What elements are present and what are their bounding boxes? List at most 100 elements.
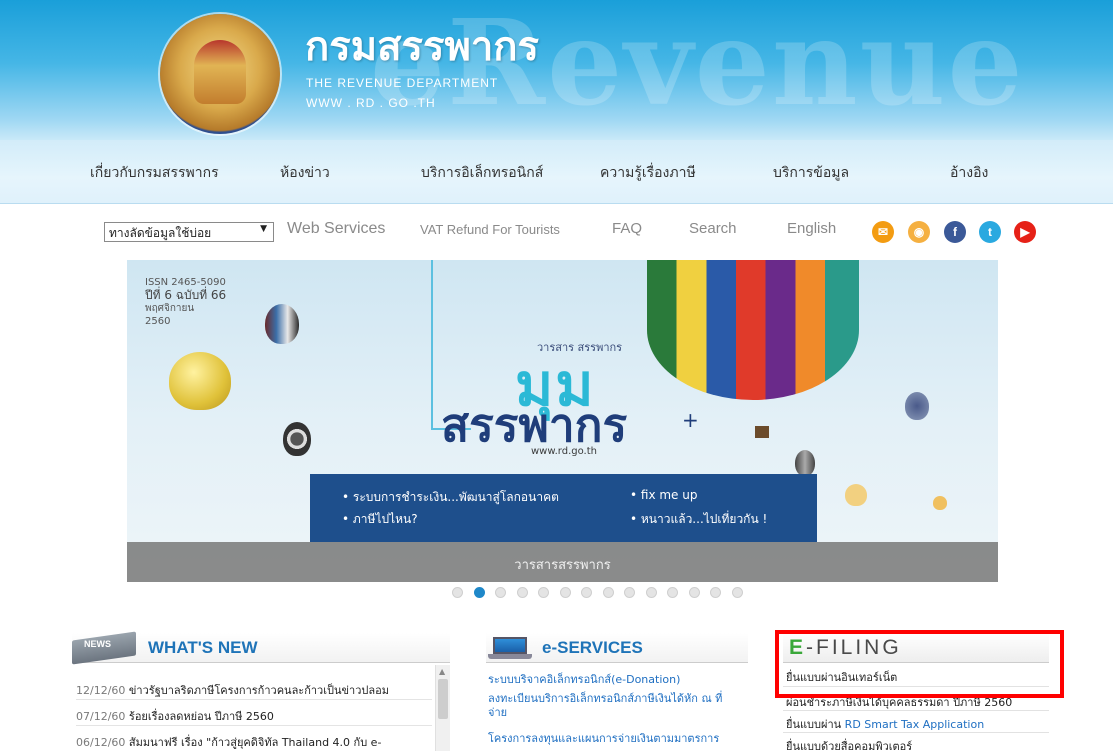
slider-dot[interactable] xyxy=(452,587,463,598)
topic-item: • ภาษีไปไหน? xyxy=(342,512,418,526)
e-services-link[interactable]: โครงการลงทุนและแผนการจ่ายเงินตามมาตรการ xyxy=(488,729,719,747)
web-services-link[interactable]: Web Services xyxy=(287,220,385,238)
e-services-title: e-SERVICES xyxy=(542,638,643,657)
issn-block: ISSN 2465-5090 ปีที่ 6 ฉบับที่ 66 พฤศจิก… xyxy=(145,276,226,328)
brand-title-thai[interactable]: กรมสรรพากร xyxy=(305,14,539,78)
topic-item: • หนาวแล้ว...ไปเที่ยวกัน ! xyxy=(630,512,768,526)
slider-dot[interactable] xyxy=(559,587,571,598)
rainbow-balloon-basket xyxy=(755,426,769,438)
email-icon[interactable]: ✉ xyxy=(872,221,894,243)
twitter-icon[interactable]: t xyxy=(979,221,1001,243)
topic-item: • fix me up xyxy=(630,488,698,502)
nav-item-tax-knowledge[interactable]: ความรู้เรื่องภาษี xyxy=(600,162,696,184)
news-divider xyxy=(76,725,432,726)
slider-dot[interactable] xyxy=(581,587,592,598)
yellow-balloon-image xyxy=(169,352,231,410)
news-text: สัมมนาฟรี เรื่อง "ก้าวสู่ยุคดิจิทัล Thai… xyxy=(128,736,382,749)
slider-dot[interactable] xyxy=(602,587,614,598)
chevron-down-icon: ▼ xyxy=(260,224,267,234)
vat-refund-link[interactable]: VAT Refund For Tourists xyxy=(420,222,560,237)
slider-dot[interactable] xyxy=(516,587,528,598)
news-badge-text: NEWS xyxy=(84,639,111,649)
magazine-title-sanpakorn: สรรพากร xyxy=(441,398,628,452)
seal-emblem xyxy=(194,40,246,104)
news-date: 06/12/60 xyxy=(76,736,126,749)
slider-dot[interactable] xyxy=(645,587,657,598)
e-services-header: e-SERVICES xyxy=(486,633,748,663)
striped-balloon-image xyxy=(265,304,299,344)
slider-dot[interactable] xyxy=(688,587,700,598)
frame-line-left xyxy=(431,260,433,430)
tiny-balloon-image xyxy=(933,496,947,510)
small-grey-balloon-image xyxy=(795,450,815,476)
e-filing-divider xyxy=(783,710,1049,711)
scroll-up-arrow-icon[interactable]: ▲ xyxy=(439,667,445,676)
news-item[interactable]: 12/12/60 ข่าวรัฐบาลริดภาษีโครงการก้าวคนล… xyxy=(76,681,389,699)
rainbow-balloon-image xyxy=(647,260,859,400)
english-link[interactable]: English xyxy=(787,220,836,237)
slider-dot[interactable] xyxy=(495,587,506,598)
checkered-balloon-image xyxy=(283,422,311,456)
news-item[interactable]: 07/12/60 ร้อยเรื่องลดหย่อน ปีภาษี 2560 xyxy=(76,707,274,725)
sub-nav: ทางลัดข้อมูลใช้บ่อย ▼ Web Services VAT R… xyxy=(0,208,1113,254)
laptop-icon xyxy=(488,637,532,659)
small-yellow-balloon-image xyxy=(845,484,867,506)
e-services-link[interactable]: ลงทะเบียนบริการอิเล็กทรอนิกส์ภาษีเงินได้… xyxy=(488,689,722,707)
faq-link[interactable]: FAQ xyxy=(612,220,642,237)
issue-text: ปีที่ 6 ฉบับที่ 66 xyxy=(145,288,227,302)
month-text: พฤศจิกายน xyxy=(145,303,195,314)
topic-item: • ระบบการชำระเงิน...พัฒนาสู่โลกอนาคต xyxy=(342,490,559,504)
slider-dot[interactable] xyxy=(538,587,549,598)
whats-new-list: 12/12/60 ข่าวรัฐบาลริดภาษีโครงการก้าวคนล… xyxy=(72,665,434,751)
laptop-screen xyxy=(493,637,527,654)
rss-icon[interactable]: ◉ xyxy=(908,221,930,243)
nav-item-about[interactable]: เกี่ยวกับกรมสรรพากร xyxy=(90,162,219,184)
page-root: eRevenue กรมสรรพากร THE REVENUE DEPARTME… xyxy=(0,0,1113,751)
quick-links-dropdown-value: ทางลัดข้อมูลใช้บ่อย xyxy=(109,226,212,240)
news-item[interactable]: 06/12/60 สัมมนาฟรี เรื่อง "ก้าวสู่ยุคดิจ… xyxy=(76,733,381,751)
laptop-base xyxy=(488,654,532,659)
brand-url: WWW . RD . GO .TH xyxy=(306,96,436,110)
nav-item-reference[interactable]: อ้างอิง xyxy=(950,162,988,184)
slider-dot[interactable] xyxy=(731,587,743,598)
e-filing-app-name: RD Smart Tax Application xyxy=(844,718,985,731)
banner-caption[interactable]: วารสารสรรพากร xyxy=(127,554,998,575)
e-services-link[interactable]: จ่าย xyxy=(488,703,507,721)
slider-dot[interactable] xyxy=(710,587,721,598)
quick-links-dropdown[interactable]: ทางลัดข้อมูลใช้บ่อย ▼ xyxy=(104,222,274,242)
youtube-icon[interactable]: ▶ xyxy=(1014,221,1036,243)
e-filing-app-prefix: ยื่นแบบผ่าน xyxy=(786,718,845,731)
slider-dot[interactable] xyxy=(667,587,678,598)
facebook-icon[interactable]: f xyxy=(944,221,966,243)
news-scrollbar[interactable]: ▲ xyxy=(435,665,450,751)
search-link[interactable]: Search xyxy=(689,220,737,237)
e-filing-app-link[interactable]: ยื่นแบบผ่าน RD Smart Tax Application xyxy=(786,715,984,733)
nav-item-data-services[interactable]: บริการข้อมูล xyxy=(773,162,849,184)
news-text: ข่าวรัฐบาลริดภาษีโครงการก้าวคนละก้าวเป็น… xyxy=(128,684,389,697)
whats-new-title: WHAT'S NEW xyxy=(148,638,258,657)
slider-dot[interactable] xyxy=(473,587,485,598)
revenue-department-seal-logo[interactable] xyxy=(160,14,280,134)
whats-new-header: NEWS WHAT'S NEW xyxy=(72,631,450,665)
nav-item-newsroom[interactable]: ห้องข่าว xyxy=(280,162,330,184)
news-date: 07/12/60 xyxy=(76,710,126,723)
plus-mark: + xyxy=(682,408,699,432)
e-filing-divider xyxy=(783,732,1049,733)
scroll-thumb[interactable] xyxy=(438,679,448,719)
site-header: eRevenue กรมสรรพากร THE REVENUE DEPARTME… xyxy=(0,0,1113,140)
brand-title-english: THE REVENUE DEPARTMENT xyxy=(306,76,499,90)
nav-item-e-services[interactable]: บริการอิเล็กทรอนิกส์ xyxy=(421,162,543,184)
banner-caption-bar: วารสารสรรพากร xyxy=(127,542,998,582)
e-filing-highlight-box xyxy=(775,630,1064,698)
small-blue-balloon-image xyxy=(905,392,929,420)
year-text: 2560 xyxy=(145,316,171,327)
e-services-link[interactable]: ระบบบริจาคอิเล็กทรอนิกส์(e-Donation) xyxy=(488,670,680,688)
e-filing-media-link[interactable]: ยื่นแบบด้วยสื่อคอมพิวเตอร์ xyxy=(786,737,912,751)
news-divider xyxy=(76,699,432,700)
news-date: 12/12/60 xyxy=(76,684,126,697)
slider-dot[interactable] xyxy=(624,587,635,598)
magazine-url: www.rd.go.th xyxy=(531,446,597,457)
magazine-banner-slide[interactable]: ISSN 2465-5090 ปีที่ 6 ฉบับที่ 66 พฤศจิก… xyxy=(127,260,998,582)
magazine-topics-box: • ระบบการชำระเงิน...พัฒนาสู่โลกอนาคต • ภ… xyxy=(310,474,817,542)
news-text: ร้อยเรื่องลดหย่อน ปีภาษี 2560 xyxy=(128,710,274,723)
